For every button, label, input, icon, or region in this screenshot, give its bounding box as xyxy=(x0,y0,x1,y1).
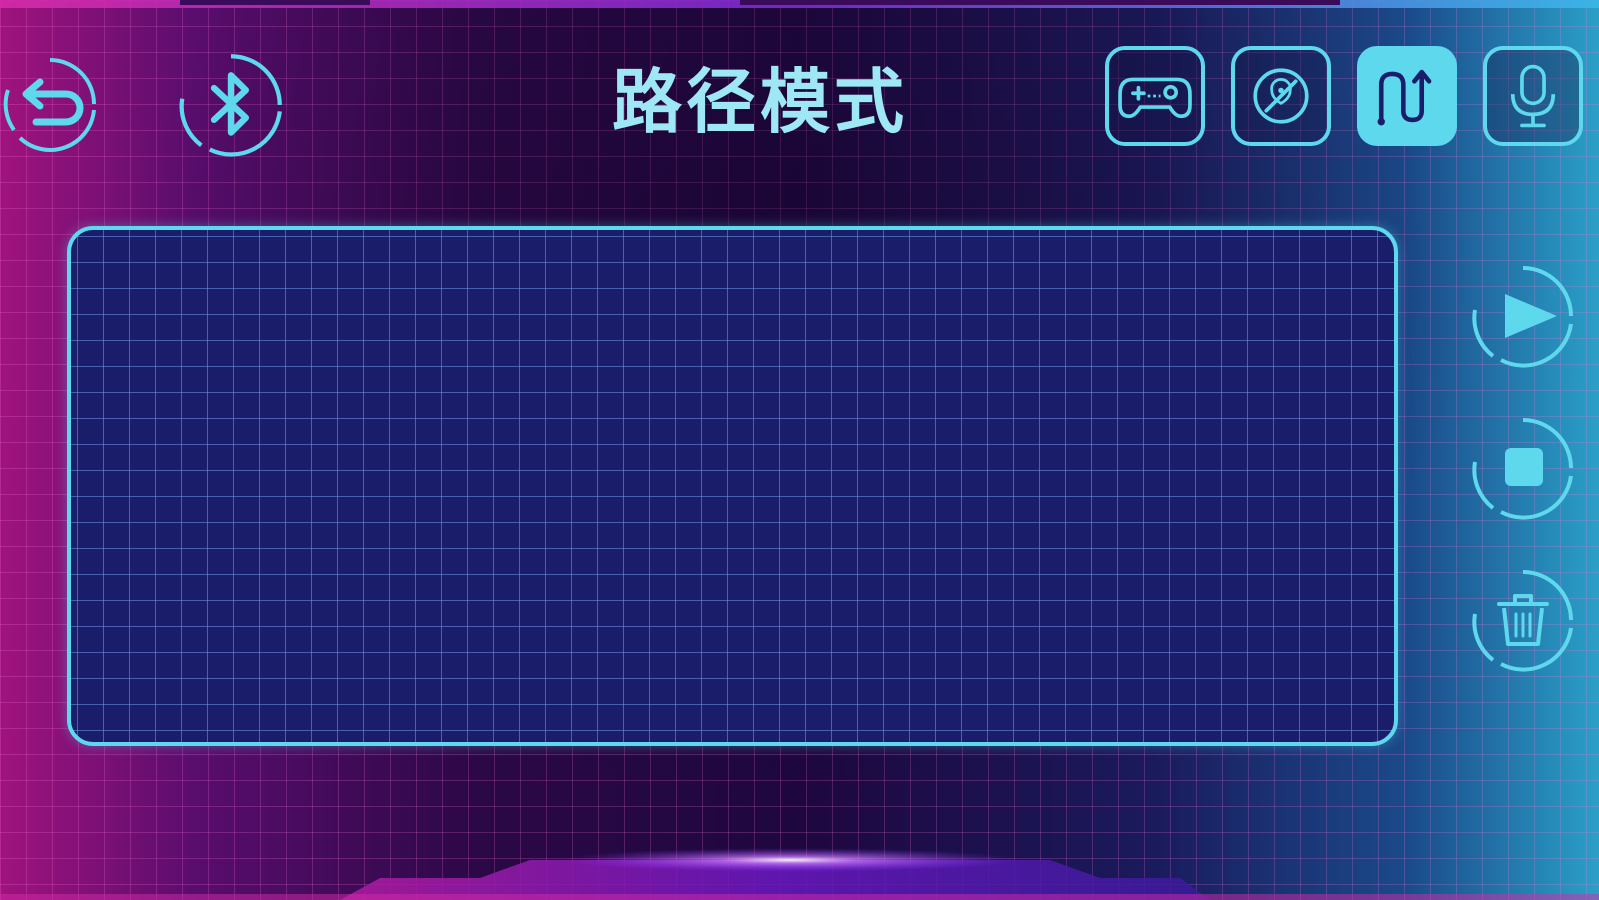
delete-button[interactable] xyxy=(1471,568,1575,672)
microphone-icon xyxy=(1510,64,1556,128)
app-root: 路径模式 xyxy=(0,0,1599,900)
bottom-platform-decoration xyxy=(0,820,1599,900)
play-button[interactable] xyxy=(1471,264,1575,368)
page-title: 路径模式 xyxy=(612,61,908,143)
obstacle-avoid-icon xyxy=(1253,68,1309,124)
path-drawing-canvas[interactable] xyxy=(67,226,1398,746)
gamepad-icon xyxy=(1118,77,1192,119)
stop-icon xyxy=(1472,418,1573,520)
bluetooth-button[interactable] xyxy=(178,52,284,158)
mode-path-button[interactable] xyxy=(1357,46,1457,146)
mode-obstacle-avoid-button[interactable] xyxy=(1231,46,1331,146)
trash-icon xyxy=(1472,570,1573,672)
path-icon xyxy=(1377,69,1432,126)
stop-button[interactable] xyxy=(1471,416,1575,520)
top-strip-segment xyxy=(180,0,370,5)
bluetooth-icon xyxy=(179,54,282,157)
mode-voice-button[interactable] xyxy=(1483,46,1583,146)
mode-gamepad-button[interactable] xyxy=(1105,46,1205,146)
top-strip-segment xyxy=(740,0,1340,5)
play-icon xyxy=(1472,266,1573,368)
back-arrow-icon xyxy=(3,58,96,152)
back-button[interactable] xyxy=(0,54,100,154)
